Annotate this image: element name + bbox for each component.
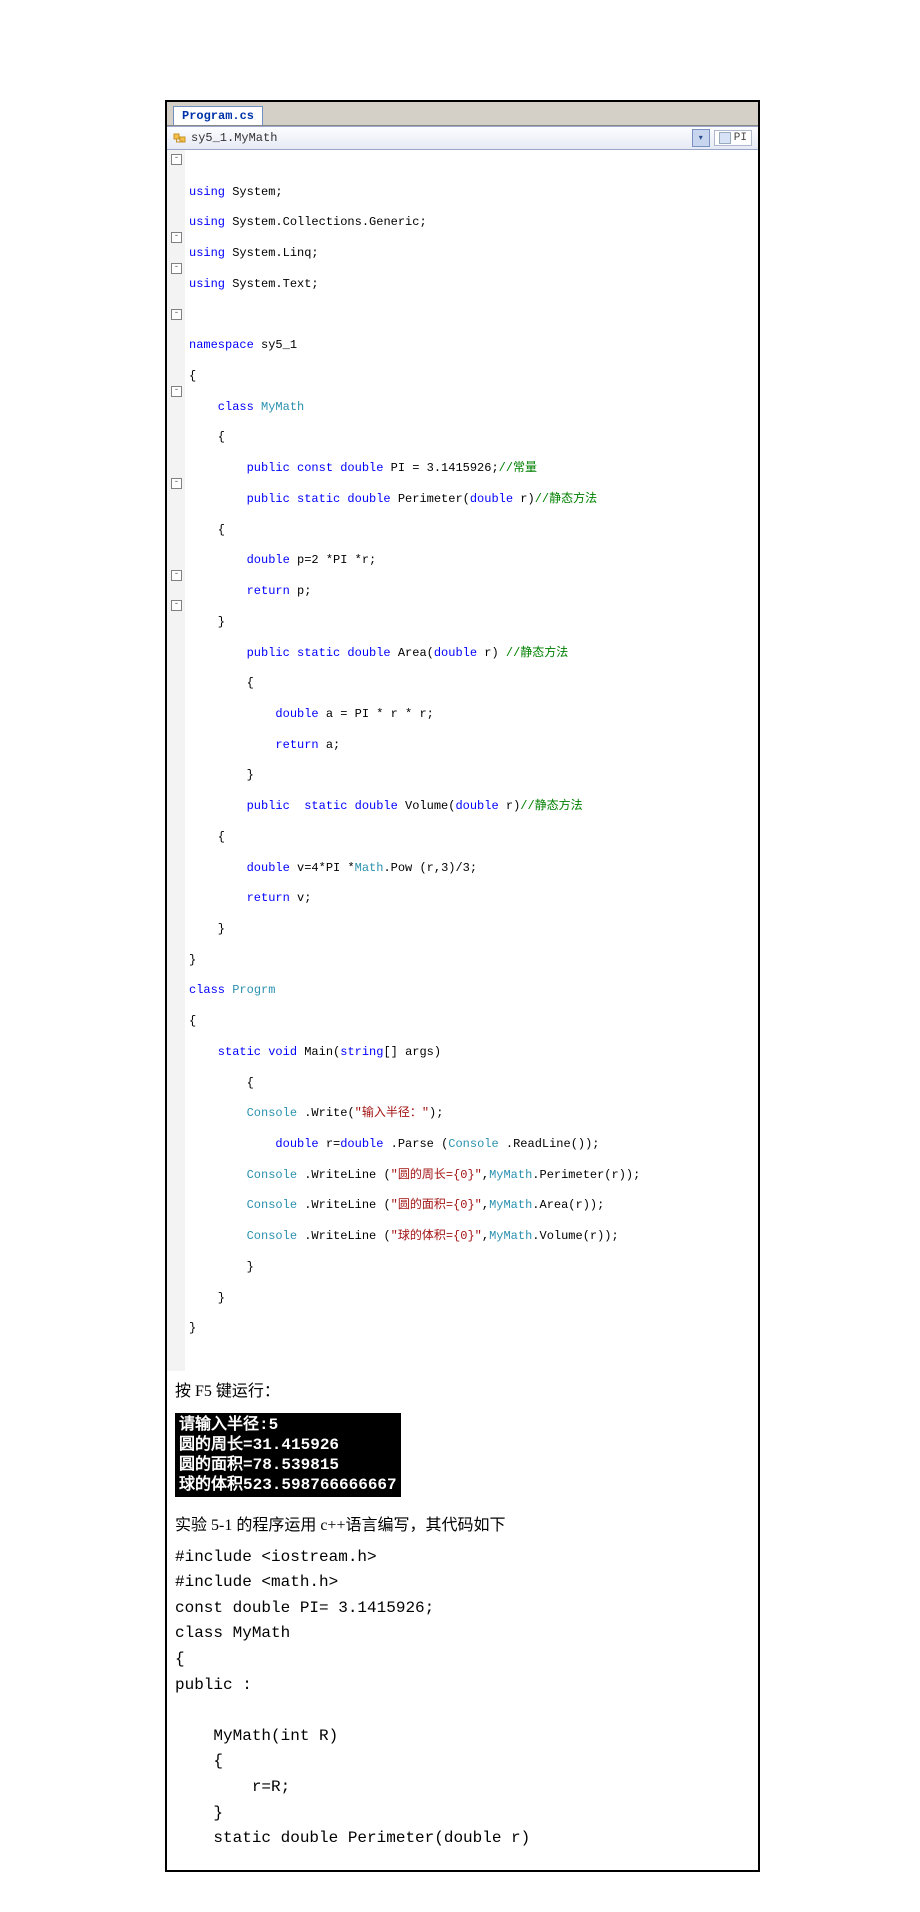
- chevron-down-icon[interactable]: ▾: [692, 129, 710, 147]
- code-line: double a = PI * r * r;: [189, 707, 754, 722]
- code-line: }: [189, 922, 754, 937]
- code-line: using System.Text;: [189, 277, 754, 292]
- code-line: {: [189, 523, 754, 538]
- console-line: 球的体积523.598766666667: [179, 1475, 397, 1495]
- code-line: class Progrm: [189, 983, 754, 998]
- code-line: {: [189, 1014, 754, 1029]
- navigation-bar: sy5_1.MyMath ▾ PI: [167, 126, 758, 150]
- run-instruction: 按 F5 键运行：: [167, 1371, 758, 1411]
- code-line: Console .Write("输入半径：");: [189, 1106, 754, 1121]
- code-line: {: [189, 830, 754, 845]
- document-frame: Program.cs sy5_1.MyMath ▾ PI - - -: [165, 100, 760, 1872]
- code-line: Console .WriteLine ("圆的周长={0}",MyMath.Pe…: [189, 1168, 754, 1183]
- code-line: using System;: [189, 185, 754, 200]
- code-line: }: [189, 1291, 754, 1306]
- code-line: [189, 308, 754, 323]
- code-line: {: [189, 1076, 754, 1091]
- code-line: return a;: [189, 738, 754, 753]
- fold-toggle[interactable]: -: [171, 600, 182, 611]
- fold-toggle[interactable]: -: [171, 570, 182, 581]
- console-line: 圆的面积=78.539815: [179, 1455, 397, 1475]
- field-icon: [719, 132, 731, 144]
- code-line: Console .WriteLine ("圆的面积={0}",MyMath.Ar…: [189, 1198, 754, 1213]
- code-line: double v=4*PI *Math.Pow (r,3)/3;: [189, 861, 754, 876]
- code-line: public static double Area(double r) //静态…: [189, 646, 754, 661]
- code-editor: - - - - - - - - using System; using Syst…: [167, 150, 758, 1371]
- code-line: double r=double .Parse (Console .ReadLin…: [189, 1137, 754, 1152]
- file-tab[interactable]: Program.cs: [173, 106, 263, 125]
- code-line: }: [189, 615, 754, 630]
- cpp-code-block: #include <iostream.h> #include <math.h> …: [167, 1545, 758, 1870]
- code-line: Console .WriteLine ("球的体积={0}",MyMath.Vo…: [189, 1229, 754, 1244]
- code-line: {: [189, 369, 754, 384]
- editor-tab-strip: Program.cs: [167, 102, 758, 126]
- fold-toggle[interactable]: -: [171, 154, 182, 165]
- code-line: namespace sy5_1: [189, 338, 754, 353]
- fold-toggle[interactable]: -: [171, 478, 182, 489]
- code-line: {: [189, 676, 754, 691]
- fold-toggle[interactable]: -: [171, 232, 182, 243]
- fold-gutter: - - - - - - - -: [167, 150, 185, 1371]
- code-line: class MyMath: [189, 400, 754, 415]
- console-output: 请输入半径:5 圆的周长=31.415926 圆的面积=78.539815 球的…: [175, 1413, 401, 1497]
- code-line: return p;: [189, 584, 754, 599]
- fold-toggle[interactable]: -: [171, 309, 182, 320]
- code-line: }: [189, 768, 754, 783]
- code-line: public static double Perimeter(double r)…: [189, 492, 754, 507]
- code-line: }: [189, 1321, 754, 1336]
- code-line: {: [189, 430, 754, 445]
- fold-toggle[interactable]: -: [171, 263, 182, 274]
- class-dropdown[interactable]: sy5_1.MyMath: [191, 131, 688, 145]
- console-line: 圆的周长=31.415926: [179, 1435, 397, 1455]
- member-label: PI: [734, 132, 747, 144]
- fold-toggle[interactable]: -: [171, 386, 182, 397]
- code-line: public const double PI = 3.1415926;//常量: [189, 461, 754, 476]
- code-line: using System.Linq;: [189, 246, 754, 261]
- code-line: static void Main(string[] args): [189, 1045, 754, 1060]
- code-line: }: [189, 953, 754, 968]
- class-icon: [173, 131, 187, 145]
- console-line: 请输入半径:5: [179, 1415, 397, 1435]
- code-line: using System.Collections.Generic;: [189, 215, 754, 230]
- cpp-intro: 实验 5-1 的程序运用 c++语言编写，其代码如下: [167, 1505, 758, 1545]
- code-line: return v;: [189, 891, 754, 906]
- member-dropdown[interactable]: PI: [714, 130, 752, 146]
- code-line: public static double Volume(double r)//静…: [189, 799, 754, 814]
- code-line: }: [189, 1260, 754, 1275]
- code-line: double p=2 *PI *r;: [189, 553, 754, 568]
